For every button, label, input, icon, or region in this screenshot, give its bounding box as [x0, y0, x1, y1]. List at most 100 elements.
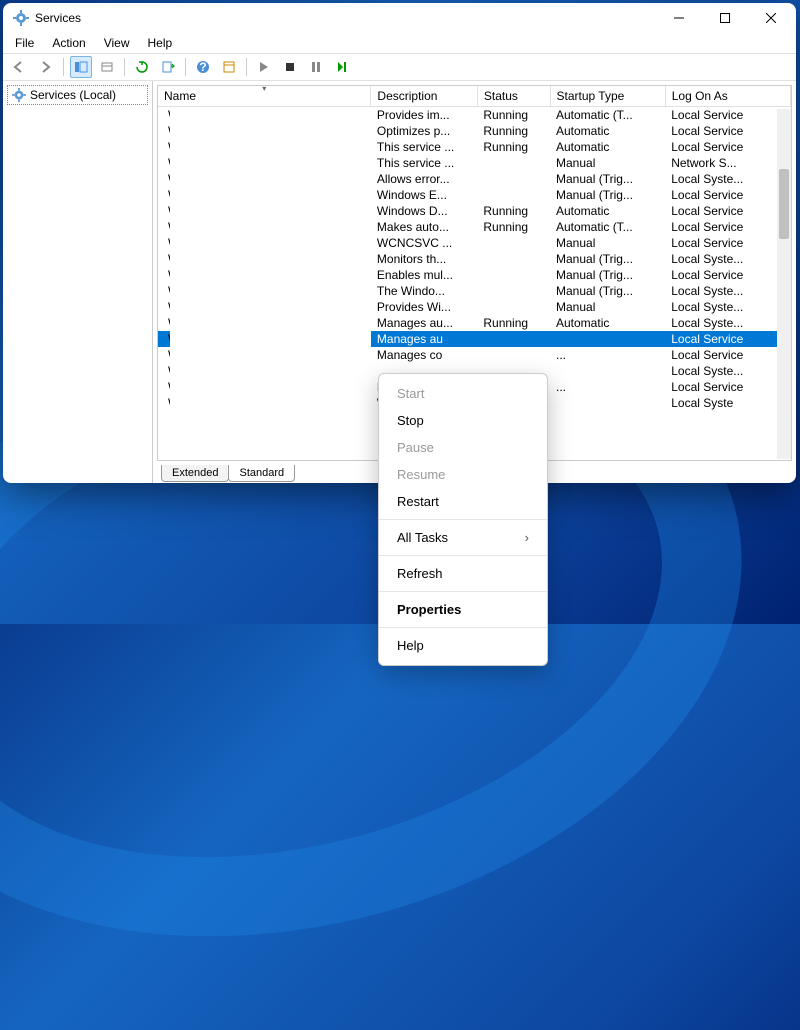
gear-icon — [12, 88, 26, 102]
table-row[interactable]: Windows Encryption Provid... Windows E...… — [158, 187, 791, 203]
table-row[interactable]: Windows Audio Endpoint B... Manages au...… — [158, 315, 791, 331]
svc-desc: Manages au... — [371, 315, 477, 331]
svc-desc: Provides Wi... — [371, 299, 477, 315]
svc-name: Wi-Fi Direct Services Conne... — [168, 348, 170, 362]
table-row[interactable]: Windows Camera Frame Se... Monitors th...… — [158, 251, 791, 267]
table-row[interactable]: Windows Error Reporting Se...Allows erro… — [158, 171, 791, 187]
scrollbar-thumb[interactable] — [779, 169, 789, 239]
svc-desc: The Windo... — [371, 283, 477, 299]
export-list-button[interactable] — [157, 56, 179, 78]
svc-desc: Enables mul... — [371, 267, 477, 283]
pause-service-button[interactable] — [305, 56, 327, 78]
col-header-logon[interactable]: Log On As — [665, 86, 790, 107]
table-row[interactable]: Windows Event CollectorThis service ...M… — [158, 155, 791, 171]
svc-name: Windows Image Acquisitio... — [168, 108, 170, 122]
svg-text:?: ? — [199, 60, 206, 74]
table-row[interactable]: Wi-Fi Direct Services Conne... Manages co… — [158, 347, 791, 363]
svc-desc: Windows D... — [371, 203, 477, 219]
table-row[interactable]: Windows Camera Frame Se... Enables mul...… — [158, 267, 791, 283]
svc-logon: Local Syste... — [665, 363, 790, 379]
refresh-button[interactable] — [131, 56, 153, 78]
menu-separator — [379, 627, 547, 628]
maximize-button[interactable] — [702, 3, 748, 33]
col-header-startup[interactable]: Startup Type — [550, 86, 665, 107]
svc-status — [477, 331, 550, 347]
menu-view[interactable]: View — [96, 34, 138, 52]
start-service-button[interactable] — [253, 56, 275, 78]
show-hide-tree-button[interactable] — [70, 56, 92, 78]
ctx-refresh[interactable]: Refresh — [379, 560, 547, 587]
svc-logon: Local Service — [665, 107, 790, 124]
svc-logon: Local Syste... — [665, 315, 790, 331]
svc-status: Running — [477, 107, 550, 124]
ctx-start: Start — [379, 380, 547, 407]
table-row[interactable]: Windows Font Cache ServiceOptimizes p...… — [158, 123, 791, 139]
svc-startup: Manual (Trig... — [550, 283, 665, 299]
export-button[interactable] — [96, 56, 118, 78]
svc-startup: Automatic — [550, 123, 665, 139]
table-row[interactable]: Windows Defender FirewallWindows D...Run… — [158, 203, 791, 219]
table-row[interactable]: Windows AudioManages auLocal Service — [158, 331, 791, 347]
svc-name: Windows Audio Endpoint B... — [168, 316, 170, 330]
table-row[interactable]: Windows BackupProvides Wi...ManualLocal … — [158, 299, 791, 315]
svc-logon: Local Service — [665, 347, 790, 363]
ctx-stop[interactable]: Stop — [379, 407, 547, 434]
svc-name: Windows Font Cache Service — [168, 124, 170, 138]
properties-button[interactable] — [218, 56, 240, 78]
sort-indicator-icon: ▾ — [262, 85, 266, 93]
svc-name: Windows Event Log — [168, 140, 170, 154]
tab-standard[interactable]: Standard — [228, 465, 295, 482]
svc-startup: Manual (Trig... — [550, 251, 665, 267]
toolbar-separator — [124, 58, 125, 76]
svc-name: Windows Encryption Provid... — [168, 188, 170, 202]
context-menu[interactable]: Start Stop Pause Resume Restart All Task… — [378, 373, 548, 666]
svc-name: Windows Camera Frame Se... — [168, 252, 170, 266]
svc-name: Windows Connect Now - C... — [168, 236, 170, 250]
ctx-help[interactable]: Help — [379, 632, 547, 659]
close-button[interactable] — [748, 3, 794, 33]
svc-startup: Automatic (T... — [550, 219, 665, 235]
tree-root-services-local[interactable]: Services (Local) — [7, 85, 148, 105]
svc-name: Windows Defender Firewall — [168, 204, 170, 218]
svc-startup: Automatic — [550, 315, 665, 331]
svc-startup — [550, 395, 665, 411]
table-row[interactable]: Windows Connect Now - C...WCNCSVC ...Man… — [158, 235, 791, 251]
col-header-name[interactable]: ▾Name — [158, 86, 371, 107]
col-header-status[interactable]: Status — [477, 86, 550, 107]
table-row[interactable]: Windows Connection Mana...Makes auto...R… — [158, 219, 791, 235]
minimize-button[interactable] — [656, 3, 702, 33]
svc-startup: Manual (Trig... — [550, 171, 665, 187]
col-header-description[interactable]: Description — [371, 86, 477, 107]
svc-desc: Provides im... — [371, 107, 477, 124]
titlebar[interactable]: Services — [3, 3, 796, 33]
svc-logon: Local Service — [665, 219, 790, 235]
help-button[interactable]: ? — [192, 56, 214, 78]
console-tree[interactable]: Services (Local) — [3, 81, 153, 483]
svc-status — [477, 299, 550, 315]
table-row[interactable]: Windows Event LogThis service ...Running… — [158, 139, 791, 155]
svc-desc: Windows E... — [371, 187, 477, 203]
menu-help[interactable]: Help — [140, 34, 181, 52]
svc-name: WebManagementUser_99f63 — [168, 364, 170, 378]
ctx-properties[interactable]: Properties — [379, 596, 547, 623]
ctx-all-tasks[interactable]: All Tasks — [379, 524, 547, 551]
svc-logon: Local Service — [665, 187, 790, 203]
svc-desc: Monitors th... — [371, 251, 477, 267]
table-row[interactable]: Windows Biometric ServiceThe Windo...Man… — [158, 283, 791, 299]
vertical-scrollbar[interactable] — [777, 109, 791, 459]
back-button[interactable] — [9, 56, 31, 78]
stop-service-button[interactable] — [279, 56, 301, 78]
svc-logon: Local Syste... — [665, 251, 790, 267]
tab-extended[interactable]: Extended — [161, 465, 229, 482]
svc-status — [477, 235, 550, 251]
table-row[interactable]: Windows Image Acquisitio... Provides im..… — [158, 107, 791, 124]
svc-name: Windows Backup — [168, 300, 170, 314]
svc-status — [477, 283, 550, 299]
menu-file[interactable]: File — [7, 34, 42, 52]
svc-name: Windows Camera Frame Se... — [168, 268, 170, 282]
restart-service-button[interactable] — [331, 56, 353, 78]
svc-desc: Manages co — [371, 347, 477, 363]
menu-action[interactable]: Action — [44, 34, 93, 52]
forward-button[interactable] — [35, 56, 57, 78]
ctx-restart[interactable]: Restart — [379, 488, 547, 515]
